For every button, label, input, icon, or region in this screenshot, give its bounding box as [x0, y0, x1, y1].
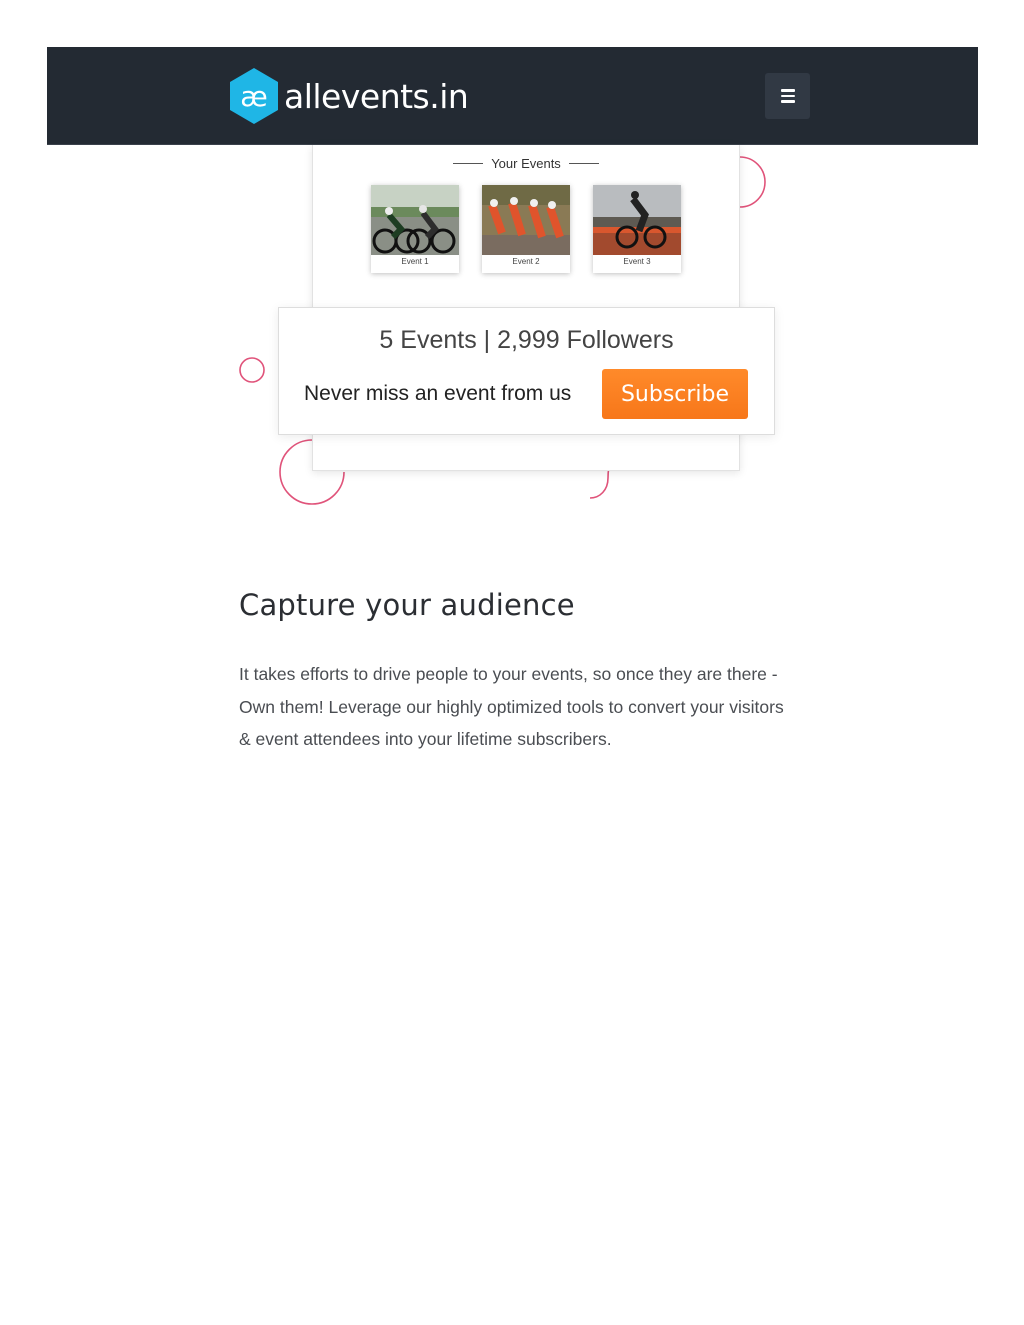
event-thumbnail[interactable]: Event 3 — [593, 185, 681, 273]
section-description: It takes efforts to drive people to your… — [239, 664, 784, 749]
event-thumbnail[interactable]: Event 1 — [371, 185, 459, 273]
brand-logo[interactable]: æ allevents.in — [228, 66, 469, 126]
hamburger-menu-button[interactable] — [765, 73, 810, 119]
svg-text:æ: æ — [240, 80, 268, 113]
top-nav-bar: æ allevents.in — [47, 47, 978, 145]
subscribe-button[interactable]: Subscribe — [602, 369, 748, 419]
subscribe-tagline: Never miss an event from us — [304, 382, 572, 405]
section-title: Capture your audience — [239, 588, 575, 622]
mountain-biker-photo-icon — [593, 185, 681, 255]
logo-wordmark: allevents.in — [284, 76, 469, 116]
logo-hexagon-icon: æ — [228, 66, 280, 126]
cyclists-photo-icon — [371, 185, 459, 255]
cycling-peloton-photo-icon — [482, 185, 570, 255]
events-followers-count: 5 Events | 2,999 Followers — [379, 326, 674, 354]
event-thumbnail[interactable]: Event 2 — [482, 185, 570, 273]
subscribe-widget: 5 Events | 2,999 Followers Never miss an… — [278, 307, 775, 435]
your-events-heading: Your Events — [313, 156, 739, 171]
hamburger-menu-icon — [780, 89, 795, 92]
